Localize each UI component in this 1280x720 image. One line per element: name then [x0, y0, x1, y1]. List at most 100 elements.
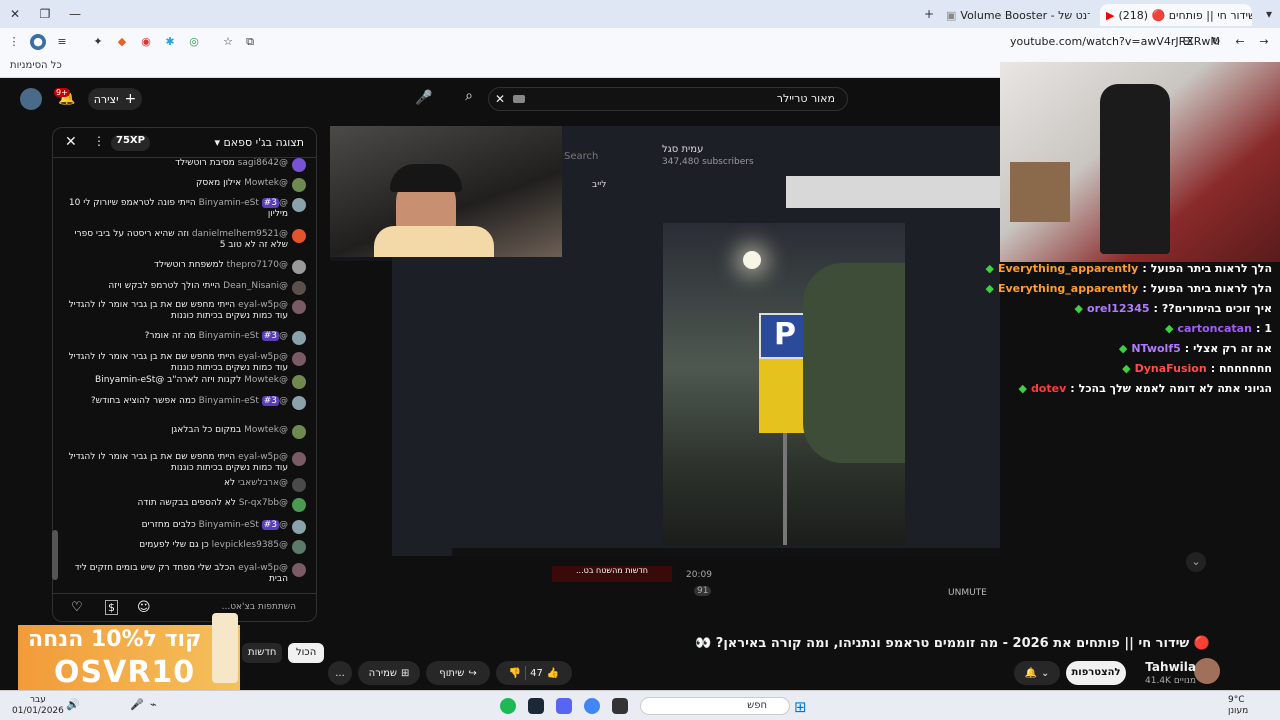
- chat-username[interactable]: @sagi8642: [238, 158, 288, 168]
- back-icon[interactable]: ←: [1232, 34, 1248, 50]
- ad-banner[interactable]: קוד ל10% הנחה OSVR10: [18, 613, 240, 691]
- super-chat-icon[interactable]: $: [105, 600, 118, 615]
- taskbar-search[interactable]: חפש: [640, 697, 790, 715]
- avatar[interactable]: [292, 498, 306, 512]
- network-icon[interactable]: ⌁: [150, 698, 166, 714]
- search-input[interactable]: ✕ מאור טריילר: [488, 87, 848, 111]
- close-chat-icon[interactable]: ✕: [65, 134, 77, 150]
- microphone-icon[interactable]: 🎤: [130, 698, 146, 714]
- chat-username[interactable]: @eyal-w5p: [238, 300, 288, 310]
- channel-name[interactable]: Tahwila: [1145, 660, 1196, 674]
- avatar[interactable]: [292, 260, 306, 274]
- channel-avatar[interactable]: [1194, 658, 1220, 684]
- chat-message-body: @Dean_Nisani הייתי הולך לטרמפ לבקש ויזה: [108, 281, 288, 295]
- emoji-icon[interactable]: ☺: [137, 600, 151, 615]
- heart-icon[interactable]: ♡: [71, 600, 83, 615]
- steam-icon[interactable]: [528, 698, 544, 714]
- discord-icon[interactable]: [556, 698, 572, 714]
- address-bar[interactable]: youtube.com/watch?v=awV4rJRXRwM: [1010, 35, 1220, 48]
- menu-icon[interactable]: ⋮: [6, 34, 22, 50]
- avatar[interactable]: [292, 352, 306, 366]
- chat-mode-dropdown[interactable]: תצוגה בג'י ספאם ▾: [214, 136, 304, 149]
- chat-username[interactable]: @ארבלשאבי: [238, 478, 288, 488]
- chat-username[interactable]: @Dean_Nisani: [223, 281, 288, 291]
- chat-username[interactable]: @Sr-qx7bb: [239, 498, 288, 508]
- app-icon[interactable]: [612, 698, 628, 714]
- filter-chip-all[interactable]: הכול: [288, 643, 325, 663]
- chat-username[interactable]: @Mowtek: [244, 178, 288, 188]
- avatar[interactable]: [20, 88, 42, 110]
- like-icon[interactable]: 👍: [547, 668, 559, 679]
- chat-username[interactable]: @thepro7170: [227, 260, 288, 270]
- new-tab-icon[interactable]: +: [918, 4, 940, 24]
- chat-username[interactable]: @eyal-w5p: [238, 563, 288, 573]
- weather-widget[interactable]: 9°C מעונן: [1228, 695, 1248, 717]
- extension-icon[interactable]: ≡: [54, 34, 70, 50]
- avatar[interactable]: [292, 540, 306, 554]
- profile-avatar[interactable]: ●: [30, 34, 46, 50]
- avatar[interactable]: [292, 396, 306, 410]
- avatar[interactable]: [292, 452, 306, 466]
- search-icon[interactable]: ⌕: [458, 88, 480, 104]
- chrome-icon[interactable]: [584, 698, 600, 714]
- mirror-bottom-bar: חדשות מהשטח בט... 20:09 91 UNMUTE: [330, 556, 1000, 612]
- chat-username[interactable]: @eyal-w5p: [238, 352, 288, 362]
- subscribe-button[interactable]: להצטרפות: [1066, 661, 1126, 685]
- windows-start-icon[interactable]: ⊞: [794, 698, 810, 716]
- all-bookmarks-link[interactable]: כל הסימניות: [10, 60, 62, 71]
- extension-icon[interactable]: ◉: [138, 34, 154, 50]
- avatar[interactable]: [292, 281, 306, 295]
- avatar[interactable]: [292, 198, 306, 212]
- unmute-button[interactable]: UNMUTE: [948, 588, 987, 598]
- close-window-icon[interactable]: ✕: [4, 4, 26, 24]
- avatar[interactable]: [292, 331, 306, 345]
- bookmark-star-icon[interactable]: ☆: [220, 34, 236, 50]
- chat-header: ✕ ⋮ 75XP תצוגה בג'י ספאם ▾: [53, 128, 316, 158]
- avatar[interactable]: [292, 375, 306, 389]
- dislike-icon[interactable]: 👎: [509, 668, 521, 679]
- volume-icon[interactable]: 🔊: [66, 698, 82, 714]
- keyboard-icon[interactable]: [513, 95, 525, 103]
- avatar[interactable]: [292, 478, 306, 492]
- more-options-icon[interactable]: ⋮: [93, 134, 105, 148]
- microphone-icon[interactable]: 🎤: [414, 90, 434, 106]
- tab-youtube[interactable]: ▶ (218) 🔴 שידור חי || פותחים: [1100, 4, 1252, 26]
- more-actions-button[interactable]: ...: [328, 661, 352, 685]
- forward-icon[interactable]: →: [1256, 34, 1272, 50]
- create-button[interactable]: יצירה +: [88, 88, 142, 110]
- chat-message-body: @Binyamin-eSt #3 כמה אפשר להוציא בחודש?: [91, 396, 288, 410]
- extension-icon[interactable]: ◆: [114, 34, 130, 50]
- video-player[interactable]: Search עמית סגל 347,480 subscribers לייב…: [330, 126, 1000, 612]
- browser-tab-bar: ✕ ❐ — ▣ Volume Booster - האינטרנט של ▶ (…: [0, 0, 1280, 28]
- tab-search-icon[interactable]: ▾: [1258, 4, 1280, 24]
- chevron-down-icon[interactable]: ⌄: [1186, 552, 1206, 572]
- extension-icon[interactable]: ✱: [162, 34, 178, 50]
- avatar[interactable]: [292, 178, 306, 192]
- chat-username[interactable]: @levpickles9385: [212, 540, 288, 550]
- maximize-window-icon[interactable]: ❐: [34, 4, 56, 24]
- chat-username[interactable]: @Mowtek: [244, 375, 288, 385]
- chat-input[interactable]: השתתפות בצ'אט...: [222, 602, 296, 612]
- puzzle-icon[interactable]: ✦: [90, 34, 106, 50]
- avatar[interactable]: [292, 300, 306, 314]
- save-button[interactable]: שמירה ⊞: [358, 661, 420, 685]
- avatar[interactable]: [292, 229, 306, 243]
- clear-search-icon[interactable]: ✕: [495, 92, 505, 106]
- filter-chip-news[interactable]: חדשות: [242, 643, 283, 663]
- avatar[interactable]: [292, 425, 306, 439]
- spotify-icon[interactable]: [500, 698, 516, 714]
- chat-username[interactable]: @Mowtek: [244, 425, 288, 435]
- extension-icon[interactable]: ◎: [186, 34, 202, 50]
- avatar[interactable]: [292, 158, 306, 172]
- chat-scrollbar[interactable]: [52, 530, 58, 580]
- chat-username[interactable]: @danielmelhem9521: [192, 229, 288, 239]
- chat-username[interactable]: @eyal-w5p: [238, 452, 288, 462]
- stream-chat-message: איך זוכים בהימורים??: orel12345 ◆: [1075, 302, 1272, 315]
- notification-bell-button[interactable]: 🔔 ⌄: [1014, 661, 1060, 685]
- share-button[interactable]: שיתוף ↪: [426, 661, 490, 685]
- minimize-window-icon[interactable]: —: [64, 4, 86, 24]
- tab-volume-booster[interactable]: ▣ Volume Booster - האינטרנט של: [940, 4, 1090, 26]
- avatar[interactable]: [292, 520, 306, 534]
- cast-icon[interactable]: ⧉: [242, 34, 258, 50]
- avatar[interactable]: [292, 563, 306, 577]
